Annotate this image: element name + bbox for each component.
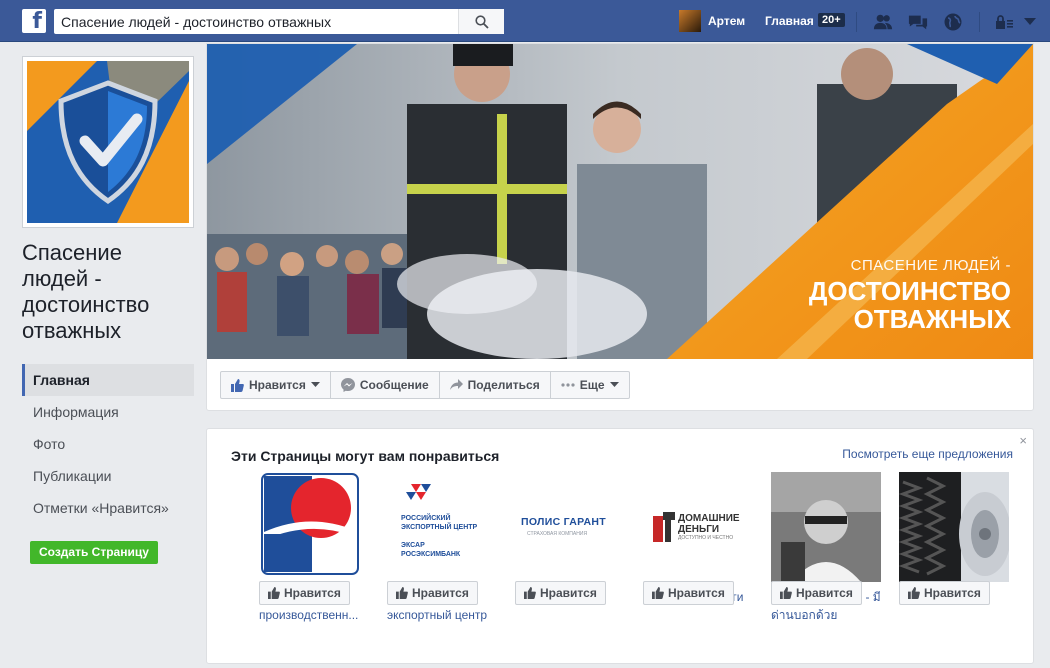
- logo-subtext: ДОСТУПНО И ЧЕСТНО: [678, 535, 734, 541]
- send-message-button[interactable]: Сообщение: [331, 372, 440, 398]
- like-suggested-page-button[interactable]: Нравится: [771, 581, 862, 605]
- shield-check-logo-icon: [27, 61, 189, 223]
- logo-text: ПОЛИС ГАРАНТ: [521, 516, 607, 528]
- cover-caption-line: СПАСЕНИЕ ЛЮДЕЙ -: [850, 257, 1011, 274]
- like-label: Нравится: [924, 586, 981, 600]
- suggested-page-logo: ДОМАШНИЕ ДЕНЬГИ ДОСТУПНО И ЧЕСТНО: [643, 472, 753, 582]
- top-navigation-bar: f Артем Главная 20+: [0, 0, 1050, 42]
- thumbs-up-icon: [231, 378, 244, 392]
- user-name: Артем: [708, 14, 746, 28]
- share-button[interactable]: Поделиться: [440, 372, 551, 398]
- nav-item-posts[interactable]: Публикации: [22, 460, 194, 492]
- privacy-lock-icon[interactable]: [995, 12, 1015, 32]
- page-navigation: Главная Информация Фото Публикации Отмет…: [22, 364, 194, 524]
- like-label: Нравится: [796, 586, 853, 600]
- facebook-logo-icon[interactable]: f: [22, 9, 46, 33]
- suggested-page-photo: [899, 472, 1009, 582]
- more-button[interactable]: Еще: [551, 372, 629, 398]
- messages-icon[interactable]: [908, 12, 928, 32]
- thumbs-up-icon: [396, 587, 408, 599]
- thumbs-up-icon: [908, 587, 920, 599]
- like-label: Нравится: [412, 586, 469, 600]
- like-suggested-page-button[interactable]: Нравится: [899, 581, 990, 605]
- suggested-page-logo: ПОЛИС ГАРАНТ СТРАХОВАЯ КОМПАНИЯ: [515, 472, 625, 582]
- nav-item-about[interactable]: Информация: [22, 396, 194, 428]
- share-label: Поделиться: [467, 378, 540, 392]
- suggested-page-photo: [771, 472, 881, 582]
- share-arrow-icon: [449, 379, 463, 390]
- message-label: Сообщение: [359, 378, 429, 392]
- home-link[interactable]: Главная: [765, 14, 814, 28]
- like-suggested-page-button[interactable]: Нравится: [387, 581, 478, 605]
- create-page-button[interactable]: Создать Страницу: [30, 541, 158, 564]
- suggested-page-logo: РОССИЙСКИЙ ЭКСПОРТНЫЙ ЦЕНТР ЭКСАР РОСЭКС…: [387, 472, 497, 582]
- close-icon[interactable]: ×: [1019, 433, 1027, 448]
- user-profile-link[interactable]: Артем: [679, 10, 745, 32]
- suggested-page-logo: [259, 472, 369, 582]
- like-label: Нравится: [540, 586, 597, 600]
- more-dots-icon: [561, 383, 575, 387]
- thumbs-up-icon: [524, 587, 536, 599]
- suggested-pages-card: Эти Страницы могут вам понравиться Посмо…: [206, 428, 1034, 664]
- like-suggested-page-button[interactable]: Нравится: [259, 581, 350, 605]
- page-action-bar: Нравится Сообщение Поделиться Еще: [220, 371, 630, 399]
- like-suggested-page-button[interactable]: Нравится: [515, 581, 606, 605]
- like-suggested-page-button[interactable]: Нравится: [643, 581, 734, 605]
- chevron-down-icon: [609, 382, 619, 387]
- logo-line: ЭКСАР: [401, 542, 425, 549]
- cover-card: СПАСЕНИЕ ЛЮДЕЙ - ДОСТОИНСТВО ОТВАЖНЫХ Нр…: [206, 43, 1034, 411]
- search-box: [54, 9, 504, 34]
- see-more-suggestions-link[interactable]: Посмотреть еще предложения: [842, 447, 1013, 461]
- search-icon: [474, 14, 489, 29]
- notifications-globe-icon[interactable]: [943, 12, 963, 32]
- thumbs-up-icon: [268, 587, 280, 599]
- logo-text: ДОМАШНИЕ ДЕНЬГИ ДОСТУПНО И ЧЕСТНО: [678, 513, 740, 542]
- logo-line: РОССИЙСКИЙ: [401, 515, 451, 522]
- friend-requests-icon[interactable]: [873, 12, 893, 32]
- avatar: [679, 10, 701, 32]
- logo-subtext: СТРАХОВАЯ КОМПАНИЯ: [527, 531, 588, 537]
- logo-line: РОСЭКСИМБАНК: [401, 551, 461, 558]
- divider: [856, 12, 857, 32]
- page-profile-picture[interactable]: [22, 56, 194, 228]
- like-label: Нравится: [249, 378, 306, 392]
- nav-item-likes[interactable]: Отметки «Нравится»: [22, 492, 194, 524]
- cover-caption-line: ОТВАЖНЫХ: [853, 304, 1011, 334]
- cover-caption: СПАСЕНИЕ ЛЮДЕЙ - ДОСТОИНСТВО ОТВАЖНЫХ: [809, 257, 1011, 333]
- logo-line: ЭКСПОРТНЫЙ ЦЕНТР: [401, 524, 478, 531]
- search-button[interactable]: [458, 9, 504, 34]
- like-page-button[interactable]: Нравится: [221, 372, 331, 398]
- like-label: Нравится: [284, 586, 341, 600]
- cover-caption-line: ДОСТОИНСТВО: [808, 276, 1011, 306]
- page-title: Спасение людей - достоинство отважных: [22, 240, 150, 343]
- chevron-down-icon[interactable]: [1020, 12, 1040, 32]
- nav-item-photos[interactable]: Фото: [22, 428, 194, 460]
- like-label: Нравится: [668, 586, 725, 600]
- divider: [979, 12, 980, 32]
- nav-item-home[interactable]: Главная: [22, 364, 194, 396]
- thumbs-up-icon: [780, 587, 792, 599]
- messenger-icon: [340, 378, 355, 392]
- search-input[interactable]: [54, 9, 454, 34]
- more-label: Еще: [579, 378, 605, 392]
- logo-text: РОССИЙСКИЙ ЭКСПОРТНЫЙ ЦЕНТР ЭКСАР РОСЭКС…: [401, 514, 477, 559]
- thumbs-up-icon: [652, 587, 664, 599]
- logo-line: ДОМАШНИЕ: [678, 513, 740, 524]
- logo-line: ДЕНЬГИ: [678, 524, 720, 535]
- notification-count-badge[interactable]: 20+: [818, 13, 845, 27]
- chevron-down-icon: [310, 382, 320, 387]
- suggested-pages-title: Эти Страницы могут вам понравиться: [231, 448, 500, 464]
- cover-photo[interactable]: СПАСЕНИЕ ЛЮДЕЙ - ДОСТОИНСТВО ОТВАЖНЫХ: [207, 44, 1033, 359]
